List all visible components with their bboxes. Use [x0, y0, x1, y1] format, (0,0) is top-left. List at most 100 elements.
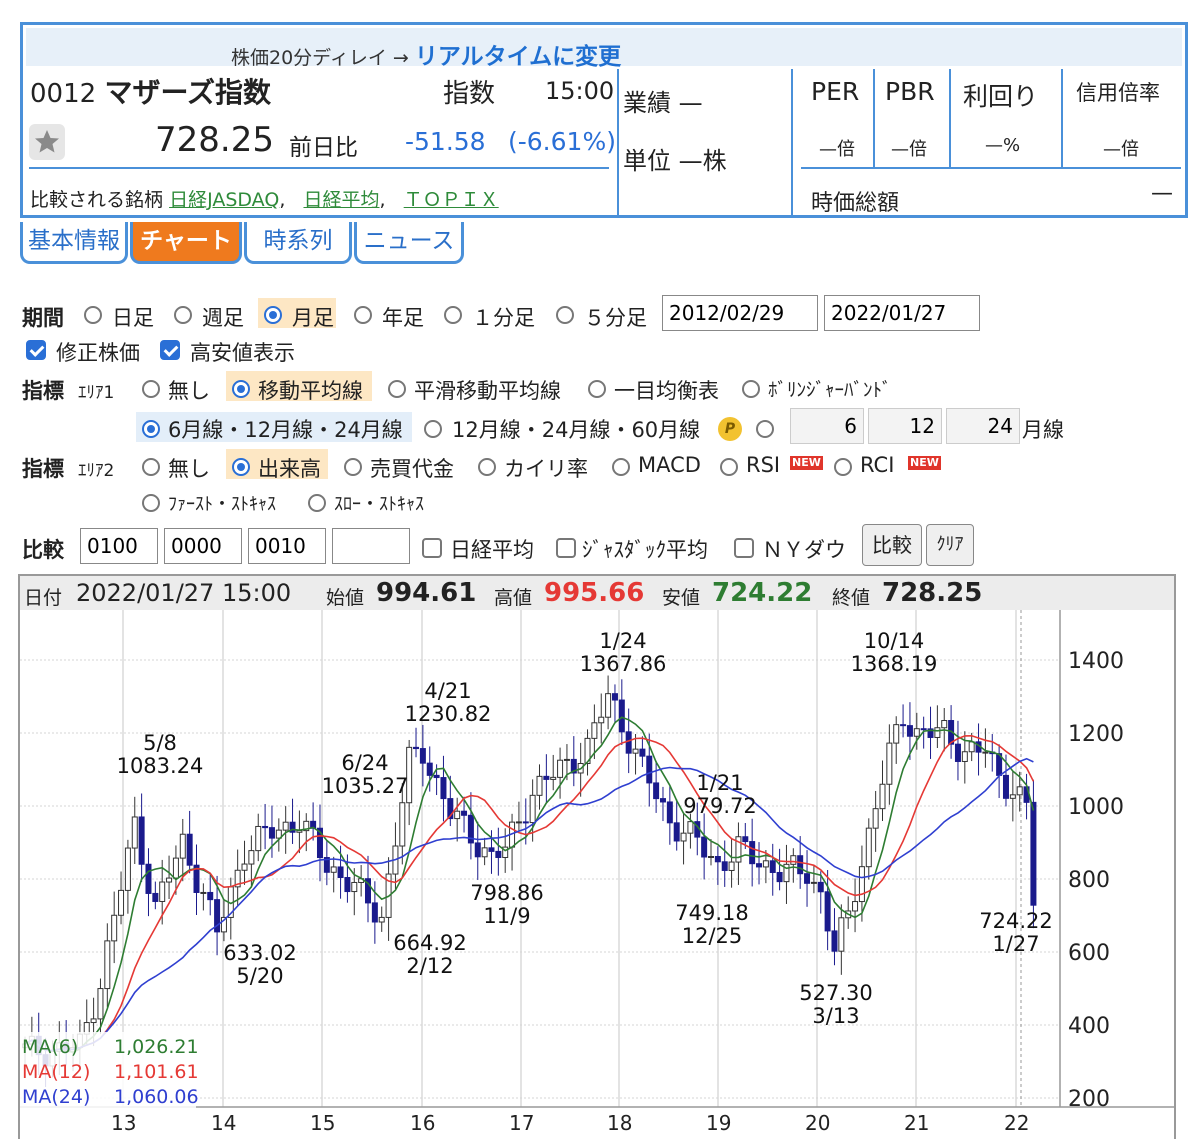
period-weekly-radio[interactable] — [174, 306, 192, 324]
candle-body — [776, 871, 783, 883]
candle-body — [495, 850, 502, 858]
period-weekly-label: 週足 — [202, 306, 244, 330]
candle-body — [543, 775, 550, 780]
candle-body — [145, 863, 152, 894]
candle-body — [879, 783, 886, 810]
area1-ema-radio[interactable] — [388, 380, 406, 398]
annotation-label: 664.92 — [393, 931, 466, 955]
period-5min-radio[interactable] — [556, 306, 574, 324]
candle-body — [749, 841, 756, 865]
candle-body — [124, 847, 131, 891]
compare-nikkei-label: 日経平均 — [450, 538, 534, 562]
candle-body — [550, 776, 557, 780]
candle-body — [708, 856, 714, 859]
info-open: 994.61 — [376, 578, 477, 608]
compare-code-2-input[interactable] — [164, 528, 242, 564]
candle-body — [200, 891, 207, 894]
area2-turnover-radio[interactable] — [344, 458, 362, 476]
period-1min-radio[interactable] — [444, 306, 462, 324]
area2-deviation-radio[interactable] — [478, 458, 496, 476]
area2-none-radio[interactable] — [142, 458, 160, 476]
period-monthly-radio[interactable] — [264, 306, 282, 324]
compare-nydow-checkbox[interactable] — [734, 538, 754, 558]
area2-rci-radio[interactable] — [834, 458, 852, 476]
candle-body — [653, 782, 660, 800]
candle-body — [207, 891, 214, 901]
tab-chart[interactable]: チャート — [130, 222, 242, 264]
candle-body — [872, 808, 879, 829]
area1-ma-radio[interactable] — [232, 380, 250, 398]
area2-volume-radio[interactable] — [232, 458, 250, 476]
area2-slow-stoch-radio[interactable] — [308, 494, 326, 512]
pbr-value: —倍 — [891, 139, 927, 160]
tab-news[interactable]: ニュース — [354, 222, 464, 264]
realtime-link[interactable]: リアルタイムに変更 — [415, 44, 621, 70]
chart-info-bar: 日付 2022/01/27 15:00 始値 994.61 高値 995.66 … — [20, 576, 1174, 610]
tab-timeseries[interactable]: 時系列 — [244, 222, 352, 264]
delay-notice: 株価20分ディレイ → — [231, 47, 415, 69]
compare-link-topix[interactable]: ＴＯＰＩＸ — [404, 189, 499, 211]
favorite-button[interactable] — [29, 124, 65, 160]
candle-body — [351, 881, 358, 893]
date-to-input[interactable] — [824, 295, 980, 331]
compare-code-3-input[interactable] — [248, 528, 326, 564]
compare-label: 比較される銘柄 — [30, 189, 164, 211]
area2-rsi-radio[interactable] — [720, 458, 738, 476]
area1-none-radio[interactable] — [142, 380, 160, 398]
candle-body — [920, 728, 927, 731]
ma-custom-unit: 月線 — [1022, 418, 1064, 442]
candle-body — [248, 850, 255, 865]
area2-fast-stoch-radio[interactable] — [142, 494, 160, 512]
candle-body — [474, 842, 481, 858]
area1-bollinger-radio[interactable] — [742, 380, 760, 398]
adjusted-price-checkbox[interactable] — [26, 340, 46, 360]
annotation-label: 10/14 — [864, 629, 925, 653]
ma-custom-1-input[interactable] — [790, 408, 864, 444]
compare-link-nikkei[interactable]: 日経平均 — [303, 189, 379, 211]
tab-basic-info[interactable]: 基本情報 — [20, 222, 128, 264]
type-label: 指数 — [443, 79, 496, 109]
compare-code-4-input[interactable] — [332, 528, 410, 564]
date-from-input[interactable] — [662, 295, 818, 331]
clear-button[interactable]: ｸﾘｱ — [926, 524, 974, 566]
info-open-label: 始値 — [326, 587, 365, 609]
ma-custom-3-input[interactable] — [946, 408, 1020, 444]
candle-body — [90, 1018, 97, 1024]
candle-body — [268, 827, 275, 839]
price-change: -51.58 — [405, 127, 486, 156]
annotation-label: 724.22 — [979, 909, 1052, 933]
ma-custom-2-input[interactable] — [868, 408, 942, 444]
annotation-label: 633.02 — [223, 941, 296, 965]
candle-body — [166, 877, 173, 883]
show-hilo-checkbox[interactable] — [160, 340, 180, 360]
ma-set1-radio[interactable] — [142, 420, 160, 438]
candle-body — [557, 759, 564, 778]
area2-macd-label: MACD — [638, 453, 701, 477]
ma-custom-radio[interactable] — [756, 420, 774, 438]
period-label: 期間 — [22, 306, 64, 330]
candle-body — [728, 861, 735, 871]
candle-body — [255, 825, 262, 852]
candle-body — [605, 693, 612, 718]
annotation-label: 1230.82 — [405, 702, 492, 726]
period-daily-radio[interactable] — [84, 306, 102, 324]
compare-code-1-input[interactable] — [80, 528, 158, 564]
compare-jasdaq-checkbox[interactable] — [556, 538, 576, 558]
period-yearly-radio[interactable] — [354, 306, 372, 324]
performance-label: 業績 — — [623, 89, 703, 117]
compare-button[interactable]: 比較 — [862, 524, 922, 566]
candle-body — [961, 751, 968, 762]
compare-link-jasdaq[interactable]: 日経JASDAQ — [169, 189, 279, 211]
candle-body — [639, 748, 646, 757]
candle-body — [111, 914, 118, 942]
compare-nikkei-checkbox[interactable] — [422, 538, 442, 558]
ma-set2-radio[interactable] — [424, 420, 442, 438]
area2-macd-radio[interactable] — [612, 458, 630, 476]
annotation-label: 11/9 — [483, 904, 530, 928]
unit-label: 単位 —株 — [623, 147, 727, 175]
info-close: 728.25 — [882, 578, 983, 608]
candle-body — [893, 724, 900, 744]
annotation-label: 12/25 — [682, 924, 743, 948]
annotation-label: 1367.86 — [580, 652, 667, 676]
area1-ichimoku-radio[interactable] — [588, 380, 606, 398]
